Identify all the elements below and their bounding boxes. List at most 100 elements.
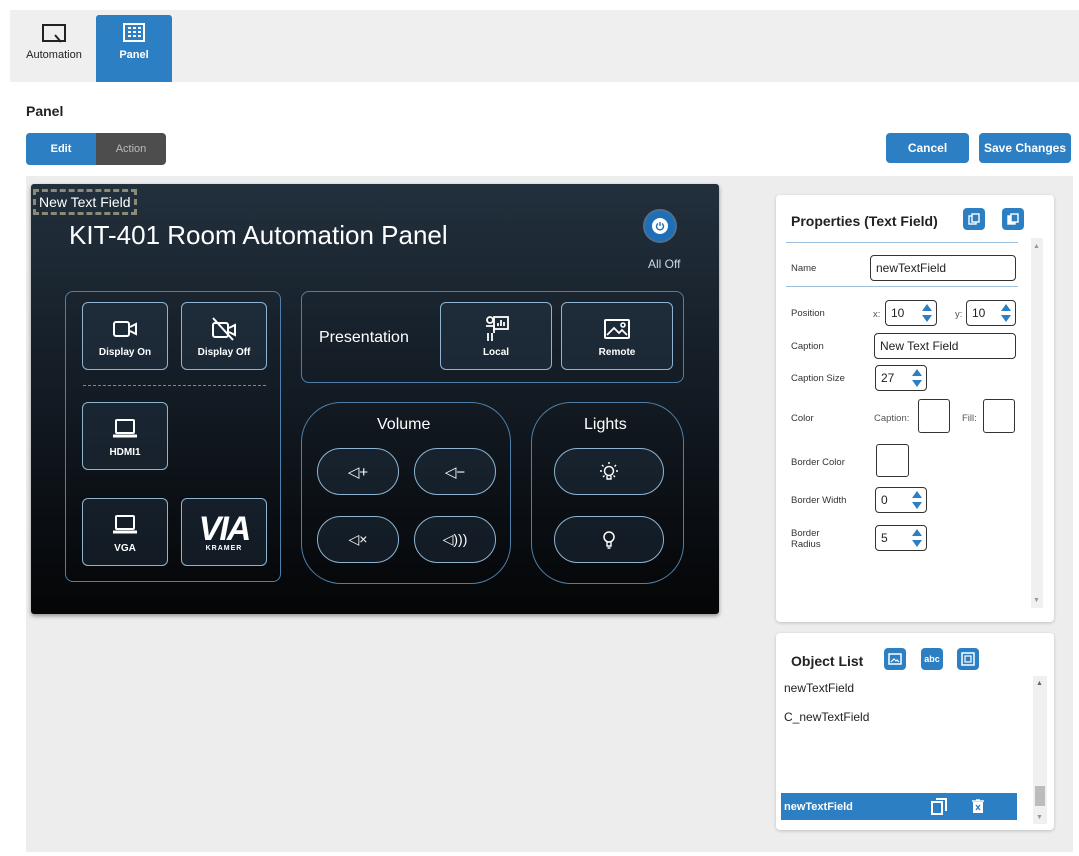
- volume-down-icon: ◁−: [444, 463, 466, 481]
- name-field[interactable]: newTextField: [870, 255, 1016, 281]
- volume-max-button[interactable]: ◁))): [414, 516, 496, 563]
- properties-divider-2: [786, 286, 1018, 287]
- volume-label: Volume: [377, 416, 431, 433]
- border-radius-value: 5: [881, 531, 888, 545]
- action-mode-button[interactable]: Action: [96, 133, 166, 165]
- duplicate-icon[interactable]: [931, 798, 947, 815]
- object-list-item[interactable]: newTextField: [784, 681, 854, 695]
- border-color-swatch[interactable]: [876, 444, 909, 477]
- display-off-button[interactable]: Display Off: [181, 302, 267, 370]
- paste-style-button[interactable]: [1002, 208, 1024, 230]
- lights-off-button[interactable]: [554, 516, 664, 563]
- fill-color-swatch[interactable]: [983, 399, 1015, 433]
- border-width-label: Border Width: [791, 495, 847, 506]
- caption-color-label: Caption:: [874, 413, 910, 424]
- edit-mode-button[interactable]: Edit: [26, 133, 96, 165]
- lights-on-button[interactable]: [554, 448, 664, 495]
- via-logo: VIA: [198, 509, 252, 548]
- position-x-stepper[interactable]: 10: [885, 300, 937, 326]
- copy-icon: [968, 213, 980, 225]
- camera-icon: [112, 315, 138, 343]
- tab-panel-label: Panel: [119, 49, 149, 61]
- fill-color-label: Fill:: [962, 413, 977, 424]
- image-icon: [603, 315, 631, 343]
- add-image-button[interactable]: [884, 648, 906, 670]
- speaker-loud-icon: ◁))): [442, 531, 468, 547]
- all-off-label: All Off: [648, 257, 681, 271]
- light-off-icon: [603, 530, 615, 549]
- hdmi1-button[interactable]: HDMI1: [82, 402, 168, 470]
- delete-icon[interactable]: [972, 799, 984, 814]
- power-icon: [652, 218, 668, 234]
- stepper-arrows-icon[interactable]: [911, 368, 923, 388]
- stepper-arrows-icon[interactable]: [921, 303, 933, 323]
- laptop-icon: [111, 511, 139, 539]
- lights-label: Lights: [584, 416, 627, 433]
- hdmi1-label: HDMI1: [109, 446, 141, 458]
- caption-size-stepper[interactable]: 27: [875, 365, 927, 391]
- caption-color-swatch[interactable]: [918, 399, 950, 433]
- frame-icon: [961, 652, 975, 666]
- remote-button[interactable]: Remote: [561, 302, 673, 370]
- panel-grid-icon: [123, 23, 145, 42]
- tab-panel[interactable]: Panel: [96, 15, 172, 82]
- tab-automation-label: Automation: [26, 49, 82, 61]
- y-label: y:: [955, 309, 963, 320]
- cancel-button[interactable]: Cancel: [886, 133, 969, 163]
- position-label: Position: [791, 308, 825, 319]
- page-title: Panel: [26, 103, 64, 119]
- properties-divider: [786, 242, 1018, 243]
- volume-up-icon: ◁+: [347, 463, 369, 481]
- stepper-arrows-icon[interactable]: [911, 490, 923, 510]
- all-off-button[interactable]: [643, 209, 677, 243]
- object-list-selected-item[interactable]: newTextField: [781, 793, 1017, 820]
- divider: [83, 385, 266, 386]
- border-radius-label: Border Radius: [791, 528, 821, 550]
- panel-title[interactable]: KIT-401 Room Automation Panel: [69, 220, 448, 251]
- stepper-arrows-icon[interactable]: [1000, 303, 1012, 323]
- vga-label: VGA: [114, 542, 136, 554]
- volume-up-button[interactable]: ◁+: [317, 448, 399, 495]
- selected-text-field[interactable]: New Text Field: [33, 189, 137, 215]
- local-button[interactable]: Local: [440, 302, 552, 370]
- border-radius-stepper[interactable]: 5: [875, 525, 927, 551]
- display-off-label: Display Off: [197, 346, 251, 358]
- border-width-value: 0: [881, 493, 888, 507]
- x-label: x:: [873, 309, 881, 320]
- border-radius-label-line1: Border: [791, 528, 820, 539]
- border-color-label: Border Color: [791, 457, 845, 468]
- display-on-label: Display On: [98, 346, 152, 358]
- position-y-stepper[interactable]: 10: [966, 300, 1016, 326]
- paste-icon: [1007, 213, 1019, 225]
- border-width-stepper[interactable]: 0: [875, 487, 927, 513]
- border-radius-label-line2: Radius: [791, 539, 821, 550]
- object-list-scrollbar[interactable]: ▲ ▼: [1033, 676, 1047, 824]
- text-abc-icon: abc: [924, 654, 940, 664]
- name-label: Name: [791, 263, 817, 274]
- mute-button[interactable]: ◁×: [317, 516, 399, 563]
- via-logo-button[interactable]: VIA KRAMER: [181, 498, 267, 566]
- volume-down-button[interactable]: ◁−: [414, 448, 496, 495]
- copy-style-button[interactable]: [963, 208, 985, 230]
- selected-item-label: newTextField: [784, 800, 853, 813]
- color-label: Color: [791, 413, 814, 424]
- local-label: Local: [482, 346, 510, 358]
- caption-label: Caption: [791, 341, 824, 352]
- stepper-arrows-icon[interactable]: [911, 528, 923, 548]
- mode-toggle[interactable]: Edit Action: [26, 133, 166, 165]
- vga-button[interactable]: VGA: [82, 498, 168, 566]
- automation-icon: [42, 24, 66, 43]
- properties-scrollbar[interactable]: ▲ ▼: [1031, 238, 1043, 608]
- caption-field[interactable]: New Text Field: [874, 333, 1016, 359]
- add-button-button[interactable]: [957, 648, 979, 670]
- light-on-icon: [600, 461, 618, 480]
- add-text-button[interactable]: abc: [921, 648, 943, 670]
- display-on-button[interactable]: Display On: [82, 302, 168, 370]
- remote-label: Remote: [598, 346, 636, 358]
- object-list-item[interactable]: C_newTextField: [784, 710, 869, 724]
- laptop-icon: [111, 415, 139, 443]
- caption-size-value: 27: [881, 371, 895, 385]
- camera-off-icon: [211, 315, 237, 343]
- tab-automation[interactable]: Automation: [16, 15, 92, 82]
- save-changes-button[interactable]: Save Changes: [979, 133, 1071, 163]
